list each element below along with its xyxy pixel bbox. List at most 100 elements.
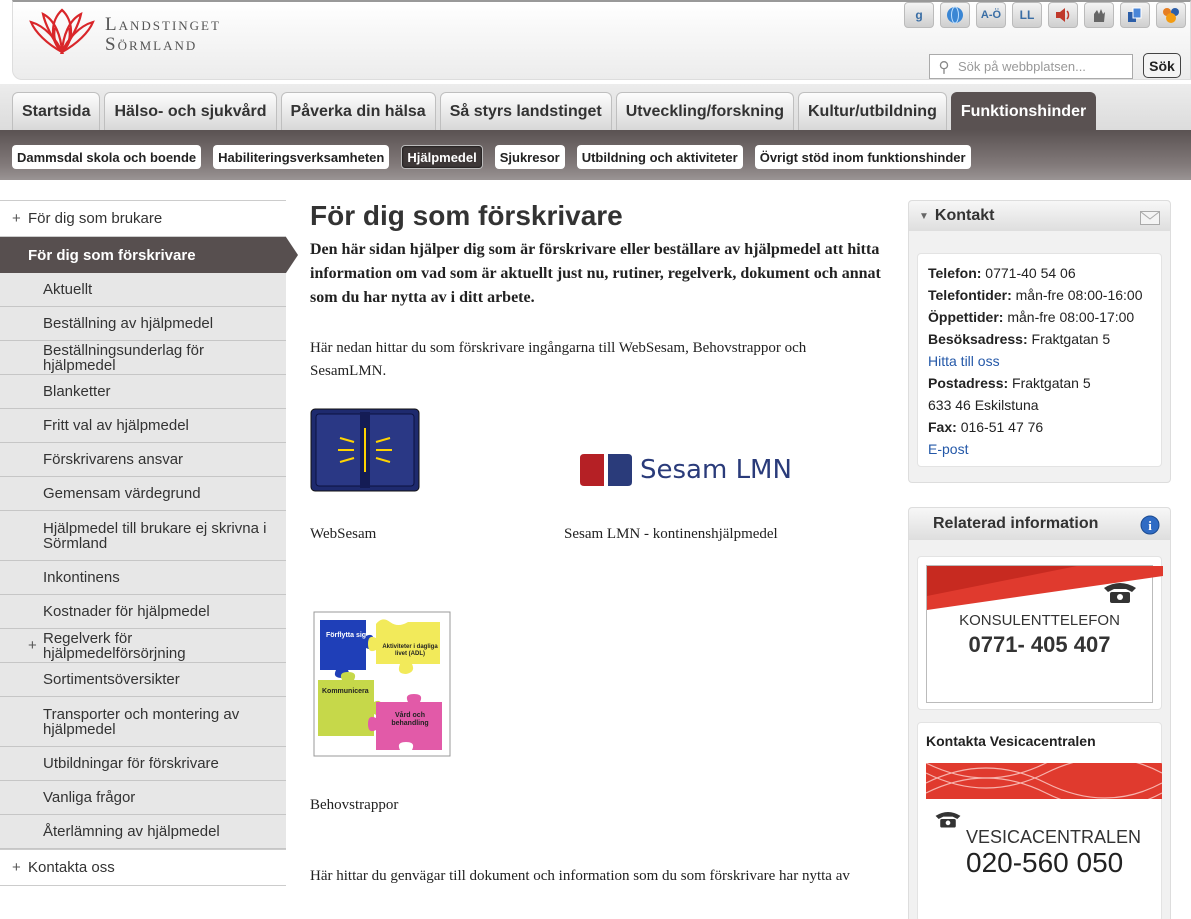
subnav-ovrigt-stod[interactable]: Övrigt stöd inom funktionshinder xyxy=(754,145,971,169)
contact-open-row: Öppettider: mån-fre 08:00-17:00 xyxy=(928,306,1151,328)
post-label: Postadress: xyxy=(928,375,1009,391)
menu-subitem[interactable]: Förskrivarens ansvar xyxy=(0,443,286,477)
konsulent-ad-wrap: KONSULENTTELEFON 0771- 405 407 xyxy=(917,556,1163,710)
menu-subitem[interactable]: Sortimentsöversikter xyxy=(0,663,286,697)
page-title: För dig som förskrivare xyxy=(310,200,623,231)
people-icon[interactable] xyxy=(1156,2,1186,28)
easy-read-icon[interactable]: LL xyxy=(1012,2,1042,28)
menu-subitem[interactable]: Återlämning av hjälpmedel xyxy=(0,815,286,849)
menu-subitem[interactable]: Beställningsunderlag för hjälpmedel xyxy=(0,341,286,375)
contact-visit-row: Besöksadress: Fraktgatan 5 xyxy=(928,328,1151,350)
menu-subitem[interactable]: Aktuellt xyxy=(0,273,286,307)
menu-subitem-label: Förskrivarens ansvar xyxy=(43,451,184,468)
speaker-icon[interactable] xyxy=(1048,2,1078,28)
sitemap-icon[interactable] xyxy=(1120,2,1150,28)
lotus-logo-icon[interactable] xyxy=(29,6,95,54)
subnav-sjukresor[interactable]: Sjukresor xyxy=(494,145,565,169)
phone-label: Telefon: xyxy=(928,265,982,281)
tab-halso-och-sjukvard[interactable]: Hälso- och sjukvård xyxy=(104,92,277,130)
sign-language-icon[interactable] xyxy=(1084,2,1114,28)
menu-subitem-label: Regelverk för hjälpmedelförsörjning xyxy=(43,629,186,662)
vesica-box: Kontakta Vesicacentralen VESICACENTRALEN… xyxy=(917,722,1162,919)
menu-subitem[interactable]: Transporter och montering av hjälpmedel xyxy=(0,697,286,747)
behovstrappor-caption[interactable]: Behovstrappor xyxy=(310,797,398,814)
a-o-index-icon[interactable]: A-Ö xyxy=(976,2,1006,28)
puzzle-label-adl: Aktiviteter i dagliga livet (ADL) xyxy=(382,644,438,657)
info-icon[interactable]: i xyxy=(1140,515,1160,535)
email-link[interactable]: E-post xyxy=(928,438,1151,460)
menu-subitem[interactable]: Utbildningar för förskrivare xyxy=(0,747,286,781)
menu-subitem[interactable]: Fritt val av hjälpmedel xyxy=(0,409,286,443)
svg-text:i: i xyxy=(1148,518,1152,533)
tab-paverka-din-halsa[interactable]: Påverka din hälsa xyxy=(280,92,436,130)
websesam-caption[interactable]: WebSesam xyxy=(310,526,376,543)
fax-value: 016-51 47 76 xyxy=(960,419,1044,435)
intro-text: Den här sidan hjälper dig som är förskri… xyxy=(310,241,881,306)
menu-subitem-label: Blanketter xyxy=(43,383,111,400)
websesam-image[interactable] xyxy=(310,408,420,492)
sesam-lmn-logo[interactable]: Sesam LMN xyxy=(580,445,792,495)
logo-line-1: Landstinget xyxy=(105,14,221,35)
menu-subitem-label: Hjälpmedel till brukare ej skrivna i Sör… xyxy=(43,519,267,552)
subnav-habilitering[interactable]: Habiliteringsverksamheten xyxy=(213,145,390,169)
telephone-icon xyxy=(1104,583,1136,603)
menu-subitem[interactable]: + Regelverk för hjälpmedelförsörjning xyxy=(0,629,286,663)
menu-subitem-label: Utbildningar för förskrivare xyxy=(43,755,219,772)
subnav-utbildning[interactable]: Utbildning och aktiviteter xyxy=(576,145,743,169)
accessibility-toolbar: g A-Ö LL xyxy=(904,2,1186,28)
search-button[interactable]: Sök xyxy=(1143,53,1181,78)
puzzle-label-forflytta: Förflytta sig xyxy=(326,632,367,639)
menu-item-label: Kontakta oss xyxy=(28,859,115,876)
behovstrappor-puzzle-image[interactable]: Förflytta sig Aktiviteter i dagliga live… xyxy=(312,610,452,758)
menu-subitem-label: Beställning av hjälpmedel xyxy=(43,315,214,332)
section-menu: + För dig som brukare För dig som förskr… xyxy=(0,200,298,886)
menu-item-kontakta-oss[interactable]: + Kontakta oss xyxy=(0,849,286,886)
search-icon: ⚲ xyxy=(938,58,950,76)
menu-subitem[interactable]: Vanliga frågor xyxy=(0,781,286,815)
menu-subitem[interactable]: Beställning av hjälpmedel xyxy=(0,307,286,341)
sesam-lmn-caption[interactable]: Sesam LMN - kontinenshjälpmedel xyxy=(564,526,778,543)
expand-plus-icon[interactable]: + xyxy=(28,638,43,653)
body-paragraph: Här hittar du genvägar till dokument och… xyxy=(310,868,850,884)
main-navigation: Startsida Hälso- och sjukvård Påverka di… xyxy=(0,84,1191,130)
konsulenttelefon-ad[interactable]: KONSULENTTELEFON 0771- 405 407 xyxy=(926,565,1163,703)
find-us-link[interactable]: Hitta till oss xyxy=(928,350,1151,372)
expand-plus-icon[interactable]: + xyxy=(12,859,28,876)
easy-read-label: LL xyxy=(1019,8,1035,22)
puzzle-label-vard: Vård och behandling xyxy=(391,712,429,727)
site-name[interactable]: Landstinget Sörmland xyxy=(105,15,221,55)
menu-subitem[interactable]: Hjälpmedel till brukare ej skrivna i Sör… xyxy=(0,511,286,561)
menu-subitem[interactable]: Blanketter xyxy=(0,375,286,409)
vesica-heading[interactable]: Kontakta Vesicacentralen xyxy=(918,723,1161,763)
subnav-hjalpmedel[interactable]: Hjälpmedel xyxy=(401,145,483,169)
mail-icon[interactable] xyxy=(1140,211,1160,225)
menu-subitem[interactable]: Kostnader för hjälpmedel xyxy=(0,595,286,629)
tab-funktionshinder[interactable]: Funktionshinder xyxy=(950,92,1097,130)
tab-sa-styrs-landstinget[interactable]: Så styrs landstinget xyxy=(439,92,612,130)
menu-subitem[interactable]: Gemensam värdegrund xyxy=(0,477,286,511)
menu-subitem[interactable]: Inkontinens xyxy=(0,561,286,595)
fax-label: Fax: xyxy=(928,419,957,435)
menu-subitem-label: Vanliga frågor xyxy=(43,789,136,806)
tab-utveckling-forskning[interactable]: Utveckling/forskning xyxy=(615,92,794,130)
expand-plus-icon[interactable]: + xyxy=(12,210,28,227)
google-icon[interactable]: g xyxy=(904,2,934,28)
globe-icon[interactable] xyxy=(940,2,970,28)
related-header: Relaterad information i xyxy=(909,508,1170,540)
tab-kultur-utbildning[interactable]: Kultur/utbildning xyxy=(798,92,947,130)
menu-subitem-label: Inkontinens xyxy=(43,569,120,586)
related-title: Relaterad information xyxy=(933,515,1099,532)
menu-item-brukare[interactable]: + För dig som brukare xyxy=(0,200,286,237)
open-value: mån-fre 08:00-17:00 xyxy=(1007,309,1135,325)
subnav-dammsdal[interactable]: Dammsdal skola och boende xyxy=(12,145,202,169)
sub-navigation: Dammsdal skola och boende Habiliteringsv… xyxy=(0,130,1191,180)
site-header: Landstinget Sörmland g A-Ö LL ⚲ Sök xyxy=(12,0,1191,80)
tab-startsida[interactable]: Startsida xyxy=(12,92,101,130)
post-value: Fraktgatan 5 xyxy=(1012,375,1091,391)
contact-header[interactable]: ▼ Kontakt xyxy=(909,201,1170,231)
menu-subitem-label: Aktuellt xyxy=(43,281,93,298)
search-input[interactable] xyxy=(958,59,1128,74)
vesicacentralen-ad[interactable]: VESICACENTRALEN 020-560 050 xyxy=(926,763,1162,913)
menu-item-current[interactable]: För dig som förskrivare xyxy=(0,237,298,273)
collapse-triangle-icon[interactable]: ▼ xyxy=(919,211,929,222)
